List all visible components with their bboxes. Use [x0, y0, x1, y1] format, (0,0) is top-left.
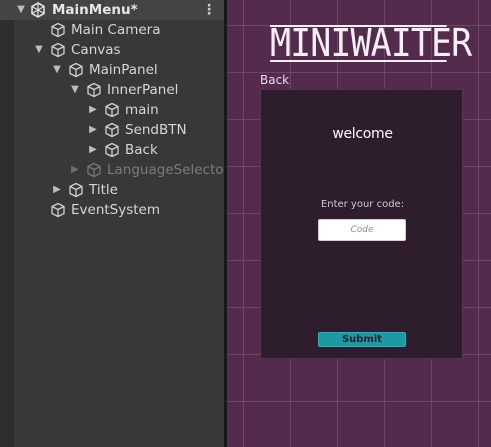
hierarchy-item-label: LanguageSelector	[107, 162, 226, 178]
expand-arrow-icon[interactable]: ▼	[33, 40, 45, 60]
collapse-arrow-icon[interactable]: ▶	[69, 160, 81, 180]
hierarchy-item-label: Canvas	[71, 42, 121, 58]
logo-bottom-bar	[270, 60, 447, 62]
gameobject-cube-icon	[69, 62, 83, 78]
hierarchy-item-innerpanel[interactable]: ▼ InnerPanel	[0, 80, 226, 100]
hierarchy-item-label: InnerPanel	[107, 82, 179, 98]
miniwaiter-logo: MINIWAITER	[270, 18, 472, 68]
gameobject-cube-icon	[51, 42, 65, 58]
hierarchy-item-mainpanel[interactable]: ▼ MainPanel	[0, 60, 226, 80]
gameobject-cube-icon	[87, 162, 101, 178]
hierarchy-item-languageselector[interactable]: ▶ LanguageSelector	[0, 160, 226, 180]
scene-name-label: MainMenu*	[52, 2, 138, 18]
hierarchy-item-sendbtn[interactable]: ▶ SendBTN	[0, 120, 226, 140]
expand-arrow-icon[interactable]: ▼	[15, 0, 27, 20]
collapse-arrow-icon[interactable]: ▶	[87, 140, 99, 160]
code-label: Enter your code:	[320, 199, 405, 210]
hierarchy-item-title[interactable]: ▶ Title	[0, 180, 226, 200]
hierarchy-item-label: main	[125, 102, 159, 118]
logo-text: MINIWAITER	[270, 21, 472, 65]
submit-button[interactable]: Submit	[318, 332, 406, 347]
inner-panel: welcome Enter your code: Submit	[260, 89, 463, 359]
logo-top-bar	[270, 25, 447, 27]
hierarchy-item-canvas[interactable]: ▼ Canvas	[0, 40, 226, 60]
hierarchy-item-label: SendBTN	[125, 122, 187, 138]
gameobject-cube-icon	[105, 142, 119, 158]
collapse-arrow-icon[interactable]: ▶	[87, 100, 99, 120]
welcome-text: welcome	[332, 126, 393, 142]
expand-arrow-icon[interactable]: ▼	[51, 60, 63, 80]
hierarchy-item-main[interactable]: ▶ main	[0, 100, 226, 120]
expand-arrow-icon[interactable]: ▼	[69, 80, 81, 100]
scene-menu-icon[interactable]: ⋮	[202, 1, 216, 19]
hierarchy-item-label: EventSystem	[71, 202, 161, 218]
hierarchy-panel: ▼ MainMenu* ⋮ Main Camera ▼ Canvas ▼ Mai…	[0, 0, 226, 447]
hierarchy-item-main-camera[interactable]: Main Camera	[0, 20, 226, 40]
collapse-arrow-icon[interactable]: ▶	[51, 180, 63, 200]
gameobject-cube-icon	[87, 82, 101, 98]
code-input[interactable]	[318, 219, 406, 241]
gameobject-cube-icon	[105, 102, 119, 118]
back-button[interactable]: Back	[260, 73, 289, 87]
gameobject-cube-icon	[105, 122, 119, 138]
hierarchy-item-label: Title	[89, 182, 118, 198]
gameobject-cube-icon	[51, 202, 65, 218]
gameobject-cube-icon	[69, 182, 83, 198]
gameobject-cube-icon	[51, 22, 65, 38]
scene-view[interactable]: MINIWAITER Back welcome Enter your code:…	[227, 0, 491, 447]
scene-row-mainmenu[interactable]: ▼ MainMenu* ⋮	[0, 0, 226, 20]
hierarchy-item-back[interactable]: ▶ Back	[0, 140, 226, 160]
hierarchy-item-eventsystem[interactable]: EventSystem	[0, 200, 226, 220]
hierarchy-item-label: Back	[125, 142, 158, 158]
hierarchy-item-label: MainPanel	[89, 62, 158, 78]
unity-scene-icon	[31, 2, 45, 18]
collapse-arrow-icon[interactable]: ▶	[87, 120, 99, 140]
hierarchy-item-label: Main Camera	[71, 22, 161, 38]
